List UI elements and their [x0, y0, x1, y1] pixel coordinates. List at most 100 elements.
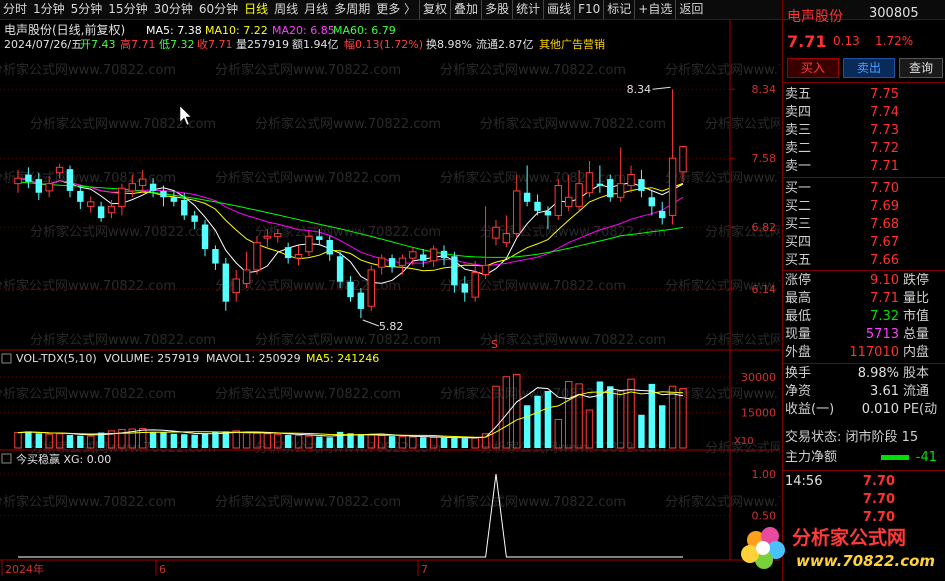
volume-axis-label: 30000 [741, 371, 776, 384]
logo-text-cn: 分析家公式网 [792, 526, 906, 549]
candle-body-down [212, 249, 219, 264]
watermark-text: 分析家公式网www.70822.com [705, 116, 780, 132]
stats-value: 9.10 [870, 273, 899, 288]
watermark-text: 分析家公式网www.70822.com [705, 332, 780, 348]
toolbar-item-13[interactable]: 多股 [481, 0, 512, 19]
toolbar-item-18[interactable]: +自选 [634, 0, 675, 19]
candle-body-up [232, 278, 240, 294]
candle-body-up [128, 183, 137, 192]
candle-body-up [554, 184, 563, 216]
stats2-label2: 流通 [903, 384, 930, 399]
toolbar-item-12[interactable]: 叠加 [450, 0, 481, 19]
candle-body-up [305, 235, 313, 253]
toolbar-item-4[interactable]: 30分钟 [151, 0, 196, 19]
candle-body-up [627, 174, 635, 186]
header-turnover: 换8.98% [426, 37, 472, 51]
stats-value: 7.71 [870, 291, 899, 306]
low-price-label: 5.82 [379, 320, 404, 333]
chart-area[interactable]: 分析家公式网www.70822.com 分析家公式网www.70822.com 分析… [0, 20, 780, 580]
watermark-text: 分析家公式网www.70822.com [440, 170, 626, 186]
sells-value: 7.72 [870, 141, 899, 156]
volume-bar-down [212, 431, 219, 448]
stats2-label: 换手 [785, 366, 812, 381]
toolbar-item-6[interactable]: 日线 [241, 0, 271, 19]
toolbar-item-8[interactable]: 月线 [301, 0, 331, 19]
volume-ma5-label: MA5: 241246 [306, 352, 379, 365]
toolbar-item-11[interactable]: 复权 [419, 0, 450, 19]
stats-label: 涨停 [785, 273, 812, 288]
volume-bar-down [284, 434, 292, 448]
watermark-text: 分析家公式网www.70822.com [30, 332, 216, 348]
x-axis-label: 7 [421, 563, 428, 576]
candle-body-up [409, 251, 417, 259]
price-axis-label: 6.82 [752, 221, 777, 234]
volume-bar-down [35, 433, 43, 448]
sells-label: 卖二 [785, 141, 812, 156]
header-high: 高7.71 [120, 37, 156, 51]
volume-bar-down [316, 436, 323, 448]
toolbar-item-17[interactable]: 标记 [603, 0, 634, 19]
toolbar-item-7[interactable]: 周线 [271, 0, 301, 19]
candle-body-down [440, 250, 448, 259]
volume-bar-down [222, 431, 230, 448]
toolbar-item-2[interactable]: 5分钟 [68, 0, 106, 19]
volume-bar-down [66, 434, 74, 448]
tick-row: 7.70 [783, 491, 943, 509]
sells-label: 卖五 [785, 87, 812, 102]
candle-body-down [170, 197, 178, 202]
candle-body-down [25, 174, 32, 182]
buys-row: 买三 7.68 [783, 216, 943, 234]
candle-body-up [492, 226, 500, 239]
sell-button[interactable]: 卖出 [843, 58, 895, 78]
candle-body-up [471, 272, 479, 298]
buys-value: 7.66 [870, 253, 899, 268]
toolbar-item-10[interactable]: 更多 〉 [373, 0, 419, 19]
volume-bar-down [149, 431, 157, 448]
candle-body-up [513, 190, 521, 235]
price-change: 0.13 [833, 34, 860, 48]
candle-body-up [242, 269, 251, 285]
toolbar-item-16[interactable]: F10 [574, 0, 603, 19]
buys-label: 买三 [785, 217, 812, 232]
sells-row: 卖五 7.75 [783, 86, 943, 104]
price-axis-label: 8.34 [752, 83, 777, 96]
toolbar-item-3[interactable]: 15分钟 [105, 0, 150, 19]
sells-row: 卖二 7.72 [783, 140, 943, 158]
sells-value: 7.74 [870, 105, 899, 120]
toolbar-item-0[interactable]: 分时 [0, 0, 30, 19]
volume-bar-down [326, 437, 333, 448]
toolbar-item-14[interactable]: 统计 [512, 0, 543, 19]
high-price-arrow [652, 86, 671, 90]
candle-body-up [253, 242, 261, 271]
stats2-label2: PE(动 [903, 402, 938, 417]
stats-label2: 总量 [903, 327, 930, 342]
sells-row: 卖三 7.73 [783, 122, 943, 140]
stats-row: 现量 5713 总量 [783, 326, 943, 344]
volume-bar-up [14, 432, 22, 449]
indicator-title: 今买稳赢 XG: 0.00 [16, 452, 111, 466]
main-net-row: 主力净额 -41 [785, 450, 937, 465]
toolbar-item-19[interactable]: 返回 [675, 0, 706, 19]
buys-row: 买五 7.66 [783, 252, 943, 270]
toolbar-item-1[interactable]: 1分钟 [30, 0, 68, 19]
volume-bar-down [534, 395, 541, 448]
toolbar-item-5[interactable]: 60分钟 [196, 0, 241, 19]
ma60-label: MA60: 6.79 [333, 24, 396, 37]
candle-body-down [544, 210, 552, 216]
toolbar-item-9[interactable]: 多周期 [331, 0, 373, 19]
watermark-text: 分析家公式网www.70822.com [440, 62, 626, 78]
buy-button[interactable]: 买入 [787, 58, 839, 78]
header-vol: 量257919 [236, 38, 289, 51]
sells-label: 卖四 [785, 105, 812, 120]
query-button[interactable]: 查询 [899, 58, 943, 78]
header-low: 低7.32 [159, 38, 195, 51]
volume-bar-down [201, 433, 209, 448]
candle-body-up [107, 205, 116, 214]
toolbar-item-15[interactable]: 画线 [543, 0, 574, 19]
stats-value: 5713 [865, 327, 899, 342]
buys-row: 买二 7.69 [783, 198, 943, 216]
volume-value-label: VOLUME: 257919 [104, 352, 199, 365]
candle-body-up [118, 187, 126, 207]
candle-body-down [461, 283, 469, 293]
candle-body-up [616, 183, 625, 198]
